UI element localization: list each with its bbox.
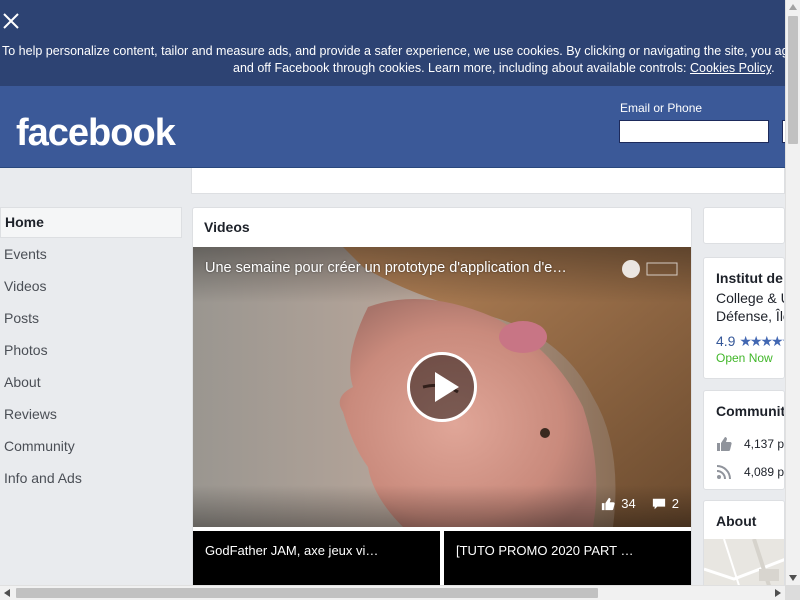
cookie-text: To help personalize content, tailor and … bbox=[2, 44, 800, 58]
email-field[interactable] bbox=[619, 120, 769, 143]
comment-count: 2 bbox=[671, 496, 679, 511]
thumbs-up-icon bbox=[717, 437, 732, 451]
sidebar-item-events[interactable]: Events bbox=[0, 238, 182, 270]
open-status: Open Now bbox=[716, 351, 773, 365]
play-button[interactable] bbox=[407, 352, 477, 422]
channel-logo-icon bbox=[622, 260, 678, 278]
community-likes: 4,137 pe bbox=[716, 436, 784, 452]
rating-value: 4.9 bbox=[716, 333, 736, 349]
facebook-logo[interactable]: facebook bbox=[16, 112, 176, 155]
sidebar-item-videos[interactable]: Videos bbox=[0, 270, 182, 302]
like-icon bbox=[602, 497, 615, 510]
page-nav-sidebar: Home Events Videos Posts Photos About Re… bbox=[0, 207, 182, 494]
sidebar-item-photos[interactable]: Photos bbox=[0, 334, 182, 366]
video-thumbnail-title: GodFather JAM, axe jeux vi… bbox=[205, 543, 379, 558]
sidebar-item-home[interactable]: Home bbox=[0, 207, 182, 238]
vertical-scrollbar[interactable] bbox=[785, 0, 800, 585]
sidebar-item-about[interactable]: About bbox=[0, 366, 182, 398]
scroll-left-icon[interactable] bbox=[4, 589, 10, 597]
community-follows: 4,089 pe bbox=[716, 464, 784, 480]
videos-card: Videos Une semaine pour créer un prototy… bbox=[192, 207, 692, 600]
featured-video[interactable]: Une semaine pour créer un prototype d'ap… bbox=[193, 247, 691, 527]
sidebar-item-posts[interactable]: Posts bbox=[0, 302, 182, 334]
cookie-text-continued: and off Facebook through cookies. Learn … bbox=[233, 61, 775, 75]
top-header: facebook Email or Phone bbox=[0, 86, 792, 168]
cookie-banner: To help personalize content, tailor and … bbox=[0, 0, 800, 86]
sidebar-item-info-and-ads[interactable]: Info and Ads bbox=[0, 462, 182, 494]
like-count: 34 bbox=[621, 496, 636, 511]
community-card: Communit 4,137 pe 4,089 pe bbox=[703, 390, 785, 490]
right-empty-box bbox=[703, 207, 785, 244]
institution-location: Défense, Île bbox=[716, 308, 785, 324]
sidebar-item-reviews[interactable]: Reviews bbox=[0, 398, 182, 430]
horizontal-scroll-thumb[interactable] bbox=[16, 588, 598, 598]
email-label: Email or Phone bbox=[620, 101, 703, 115]
scroll-right-icon[interactable] bbox=[775, 589, 781, 597]
community-title[interactable]: Communit bbox=[716, 403, 784, 419]
star-rating-icon: ★★★★★ bbox=[739, 333, 784, 349]
comment-icon bbox=[652, 498, 665, 509]
institution-name[interactable]: Institut de bbox=[716, 270, 783, 286]
vertical-scroll-thumb[interactable] bbox=[788, 16, 798, 144]
scroll-up-icon[interactable] bbox=[789, 4, 797, 10]
institution-category: College & U bbox=[716, 290, 785, 306]
scroll-down-icon[interactable] bbox=[789, 575, 797, 581]
video-thumbnail-title: [TUTO PROMO 2020 PART … bbox=[456, 543, 634, 558]
rss-follow-icon bbox=[716, 465, 731, 480]
sidebar-item-community[interactable]: Community bbox=[0, 430, 182, 462]
about-title[interactable]: About bbox=[716, 513, 756, 529]
close-icon[interactable] bbox=[2, 12, 20, 30]
cookies-policy-link[interactable]: Cookies Policy bbox=[690, 61, 771, 75]
institution-info-card: Institut de College & U Défense, Île 4.9… bbox=[703, 257, 785, 379]
video-stats: 34 2 bbox=[601, 496, 679, 511]
page-cover-strip bbox=[191, 168, 785, 194]
rating[interactable]: 4.9 ★★★★★ bbox=[716, 333, 784, 350]
video-title[interactable]: Une semaine pour créer un prototype d'ap… bbox=[205, 260, 567, 276]
videos-card-title[interactable]: Videos bbox=[204, 219, 250, 235]
horizontal-scrollbar[interactable] bbox=[0, 585, 785, 600]
scrollbar-corner bbox=[785, 585, 800, 600]
